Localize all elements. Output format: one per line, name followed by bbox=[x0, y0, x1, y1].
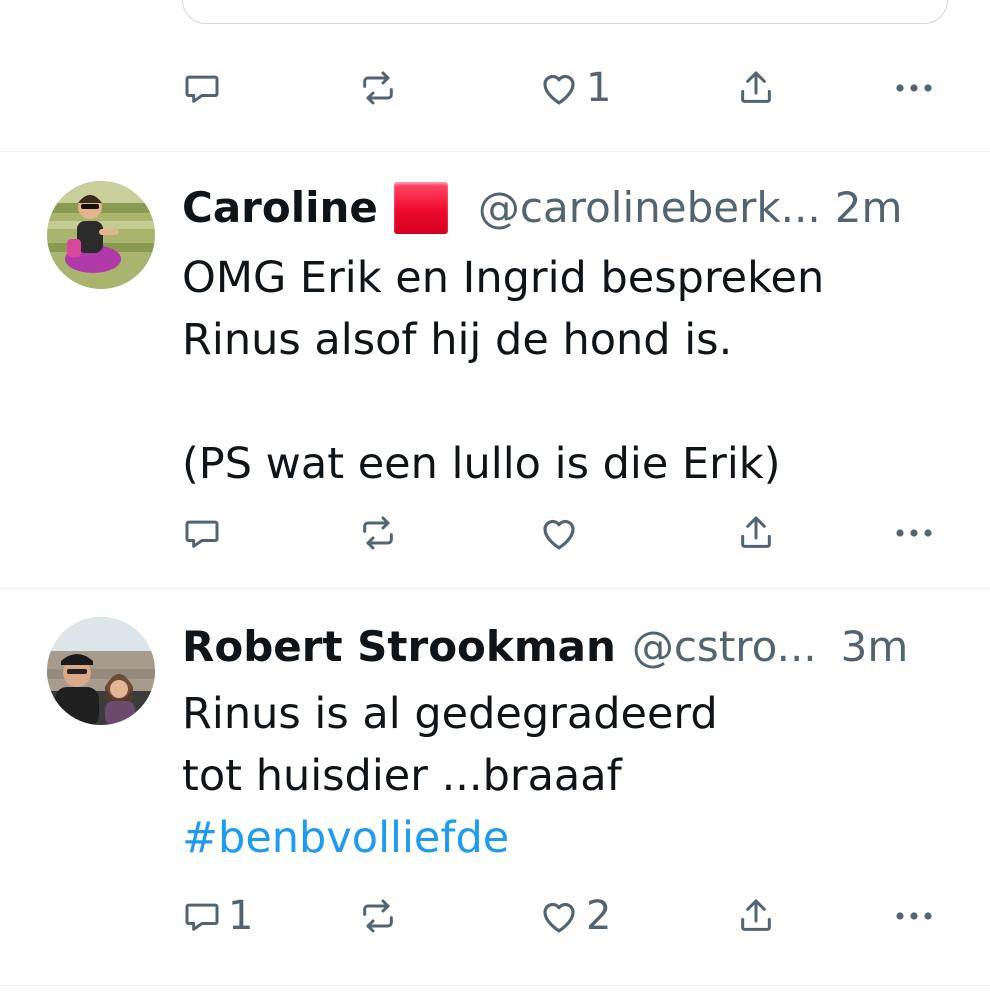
share-button[interactable] bbox=[736, 888, 776, 944]
tweet-text-line: Rinus is al gedegradeerd bbox=[182, 689, 718, 739]
like-count: 2 bbox=[586, 893, 612, 939]
tweet-text-line: OMG Erik en Ingrid bespreken bbox=[182, 253, 825, 303]
retweet-button[interactable] bbox=[358, 60, 404, 116]
retweet-button[interactable] bbox=[358, 888, 404, 944]
share-button[interactable] bbox=[736, 505, 776, 561]
display-name[interactable]: Caroline bbox=[182, 178, 378, 238]
like-button[interactable]: 1 bbox=[538, 60, 611, 116]
reply-icon bbox=[182, 896, 222, 936]
hashtag-link[interactable]: #benbvolliefde bbox=[182, 813, 509, 863]
retweet-icon bbox=[358, 68, 398, 108]
reply-button[interactable] bbox=[182, 60, 228, 116]
quoted-tweet-card[interactable] bbox=[182, 0, 948, 24]
share-icon bbox=[736, 68, 776, 108]
avatar[interactable] bbox=[47, 617, 155, 725]
retweet-button[interactable] bbox=[358, 505, 404, 561]
more-button[interactable] bbox=[892, 888, 936, 944]
tweet-text: OMG Erik en Ingrid bespreken Rinus alsof… bbox=[182, 247, 962, 495]
tweet-text-line bbox=[182, 371, 962, 433]
display-name[interactable]: Robert Strookman bbox=[182, 617, 616, 677]
reply-icon bbox=[182, 513, 222, 553]
tweet-divider bbox=[0, 985, 990, 986]
tweet-header: Caroline @carolineberk... 2m bbox=[182, 178, 952, 238]
tweet-divider bbox=[0, 588, 990, 589]
like-button[interactable]: 2 bbox=[538, 888, 611, 944]
tweet-header: Robert Strookman @cstro... 3m bbox=[182, 617, 952, 677]
share-button[interactable] bbox=[736, 60, 776, 116]
tweet-text-line: tot huisdier ...braaaf bbox=[182, 751, 622, 801]
more-icon bbox=[892, 896, 936, 936]
more-icon bbox=[892, 513, 936, 553]
tweet-actions: 1 2 bbox=[0, 888, 990, 944]
like-button[interactable] bbox=[538, 505, 586, 561]
tweet-text: Rinus is al gedegradeerd tot huisdier ..… bbox=[182, 683, 962, 869]
tweet-actions: 1 bbox=[0, 60, 990, 116]
tweet-timestamp[interactable]: 3m bbox=[841, 617, 909, 677]
avatar[interactable] bbox=[47, 181, 155, 289]
user-handle[interactable]: @cstro... bbox=[632, 617, 817, 677]
tweet-divider bbox=[0, 151, 990, 152]
reply-button[interactable] bbox=[182, 505, 228, 561]
tweet-text-line: Rinus alsof hij de hond is. bbox=[182, 315, 733, 365]
red-square-flag-icon bbox=[393, 182, 448, 234]
user-handle[interactable]: @carolineberk... bbox=[478, 178, 821, 238]
tweet-timestamp[interactable]: 2m bbox=[835, 178, 903, 238]
share-icon bbox=[736, 896, 776, 936]
reply-button[interactable]: 1 bbox=[182, 888, 253, 944]
heart-icon bbox=[538, 512, 580, 554]
like-count: 1 bbox=[586, 65, 612, 111]
share-icon bbox=[736, 513, 776, 553]
heart-icon bbox=[538, 895, 580, 937]
more-button[interactable] bbox=[892, 60, 936, 116]
reply-icon bbox=[182, 68, 222, 108]
retweet-icon bbox=[358, 896, 398, 936]
heart-icon bbox=[538, 67, 580, 109]
tweet-actions bbox=[0, 505, 990, 561]
retweet-icon bbox=[358, 513, 398, 553]
tweet-text-line: (PS wat een lullo is die Erik) bbox=[182, 439, 781, 489]
reply-count: 1 bbox=[228, 893, 254, 939]
more-icon bbox=[892, 68, 936, 108]
more-button[interactable] bbox=[892, 505, 936, 561]
